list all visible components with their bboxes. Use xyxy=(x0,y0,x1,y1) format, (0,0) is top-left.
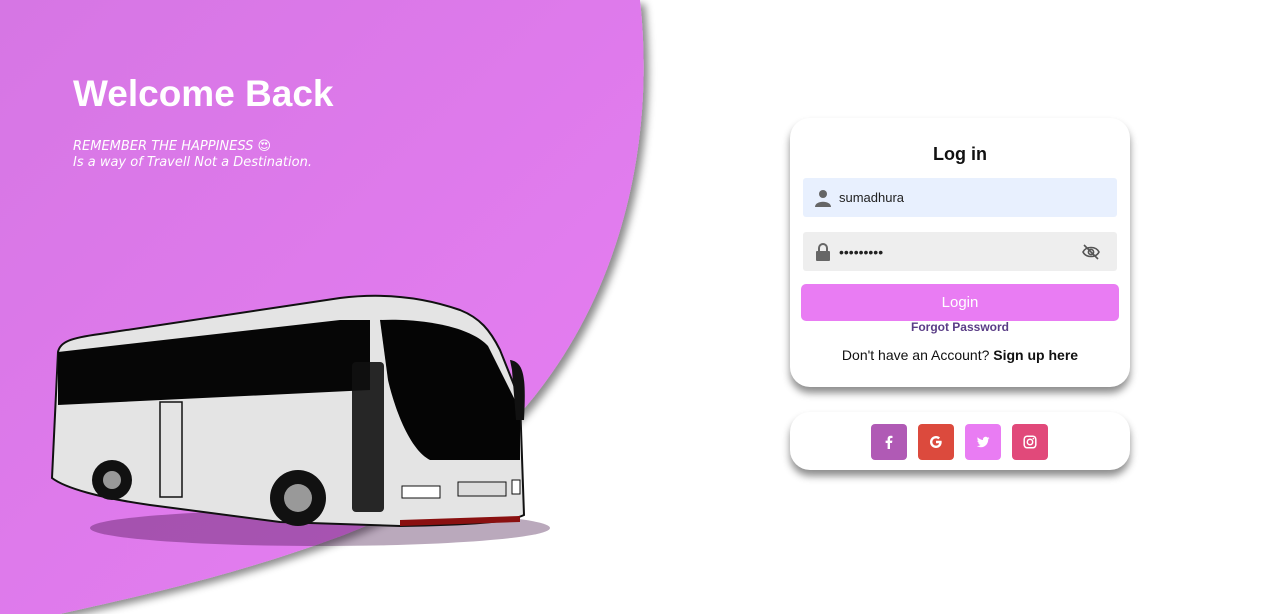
password-input[interactable] xyxy=(839,243,1059,260)
facebook-button[interactable] xyxy=(871,424,907,460)
tagline-line-1: REMEMBER THE HAPPINESS 😍 xyxy=(73,139,272,154)
google-button[interactable] xyxy=(918,424,954,460)
login-button[interactable]: Login xyxy=(801,284,1119,321)
facebook-icon xyxy=(885,435,893,449)
tagline: REMEMBER THE HAPPINESS 😍 Is a way of Tra… xyxy=(73,139,312,171)
social-buttons xyxy=(871,424,1048,460)
lock-icon xyxy=(815,242,831,261)
signup-prompt: Don't have an Account? xyxy=(841,347,990,363)
signup-link[interactable]: Sign up here xyxy=(993,347,1078,363)
instagram-icon xyxy=(1023,435,1037,449)
twitter-icon xyxy=(976,436,990,448)
instagram-button[interactable] xyxy=(1012,424,1048,460)
password-field xyxy=(803,232,1117,271)
eye-slash-icon[interactable] xyxy=(1082,243,1100,261)
tagline-line-2: Is a way of Travell Not a Destination. xyxy=(73,155,312,170)
forgot-password-link[interactable]: Forgot Password xyxy=(790,320,1130,334)
twitter-button[interactable] xyxy=(965,424,1001,460)
welcome-title: Welcome Back xyxy=(73,73,334,114)
social-card xyxy=(790,412,1130,470)
google-icon xyxy=(930,436,942,448)
signup-line: Don't have an Account? Sign up here xyxy=(790,347,1130,363)
login-card: Log in Login Forgot Password Don't have … xyxy=(790,118,1130,387)
user-icon xyxy=(815,189,831,207)
username-input[interactable] xyxy=(839,190,1059,205)
bus-illustration xyxy=(50,294,550,546)
username-field xyxy=(803,178,1117,217)
login-title: Log in xyxy=(933,144,987,164)
login-page: Welcome Back REMEMBER THE HAPPINESS 😍 Is… xyxy=(0,0,1280,614)
